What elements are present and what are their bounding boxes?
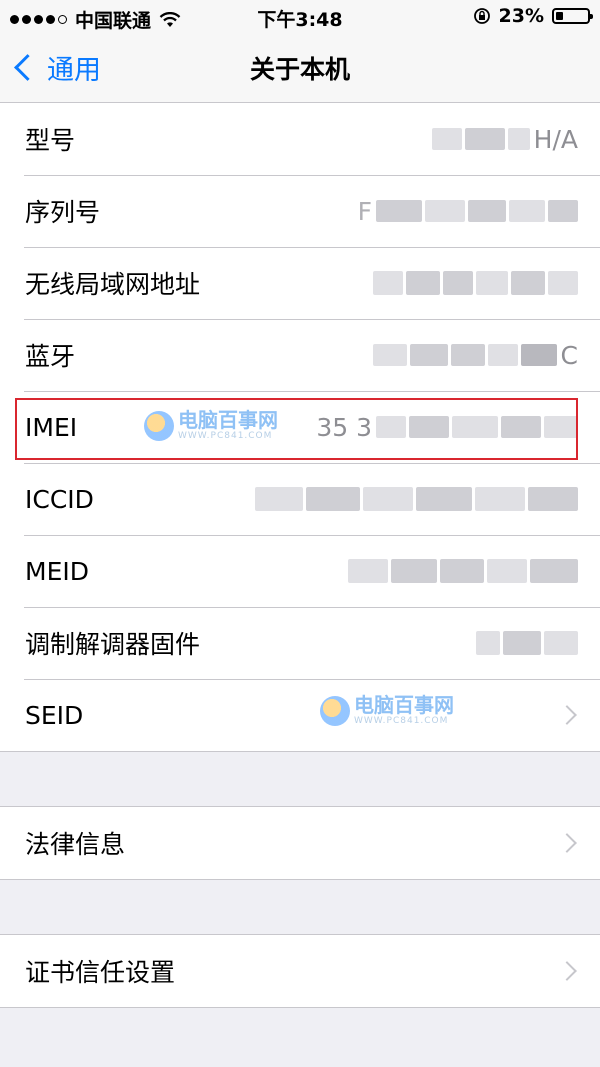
- row-modem-firmware: 调制解调器固件: [0, 607, 600, 679]
- row-serial-number: 序列号 F: [0, 175, 600, 247]
- battery-percent: 23%: [498, 5, 544, 27]
- status-bar: 中国联通 下午3:48 23%: [0, 0, 600, 34]
- serial-value: F: [358, 197, 578, 226]
- row-label: 调制解调器固件: [25, 630, 201, 659]
- model-value-suffix: H/A: [533, 124, 578, 154]
- navigation-bar: 通用 关于本机: [0, 34, 600, 103]
- battery-fill: [556, 12, 563, 20]
- modem-firmware-value: [476, 631, 578, 655]
- row-label: 型号: [25, 126, 76, 155]
- rotation-lock-icon: [473, 8, 490, 24]
- row-certificate-trust[interactable]: 证书信任设置: [0, 935, 600, 1007]
- imei-highlight-box: [15, 398, 578, 460]
- chevron-right-icon: [557, 705, 577, 725]
- status-right: 23%: [473, 5, 593, 27]
- bluetooth-value: C: [372, 340, 578, 370]
- bluetooth-value-suffix: C: [560, 340, 578, 370]
- row-label: SEID: [25, 700, 84, 730]
- row-label: 无线局域网地址: [25, 270, 201, 299]
- row-bluetooth: 蓝牙 C: [0, 319, 600, 391]
- row-label: 法律信息: [25, 830, 126, 859]
- row-model: 型号 H/A: [0, 103, 600, 175]
- row-label: MEID: [25, 556, 89, 586]
- chevron-right-icon: [557, 833, 577, 853]
- row-label: ICCID: [25, 484, 94, 514]
- iccid-value: [255, 487, 578, 511]
- row-label: 序列号: [25, 198, 101, 227]
- serial-value-prefix: F: [357, 196, 372, 226]
- row-label: 证书信任设置: [25, 958, 176, 987]
- page-title: 关于本机: [249, 55, 350, 84]
- row-wifi-address: 无线局域网地址: [0, 247, 600, 319]
- row-meid: MEID: [0, 535, 600, 607]
- row-seid[interactable]: SEID: [0, 679, 600, 751]
- model-value: H/A: [431, 124, 578, 154]
- row-label: 蓝牙: [25, 342, 76, 371]
- battery-icon: [552, 8, 593, 24]
- certificate-group: 证书信任设置: [0, 934, 600, 1008]
- row-legal-info[interactable]: 法律信息: [0, 807, 600, 879]
- meid-value: [348, 559, 578, 583]
- legal-group: 法律信息: [0, 806, 600, 880]
- wifi-address-value: [373, 271, 578, 295]
- chevron-right-icon: [557, 961, 577, 981]
- row-iccid: ICCID: [0, 463, 600, 535]
